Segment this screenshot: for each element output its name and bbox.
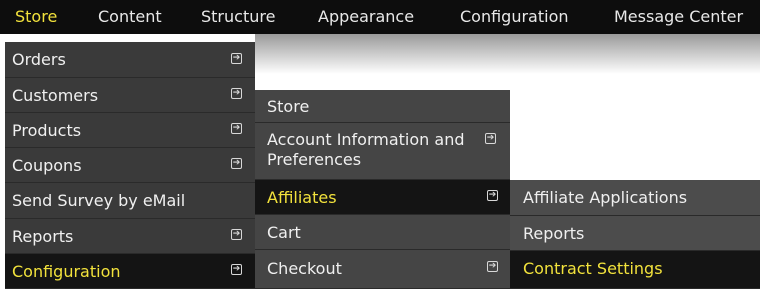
arrow-right-box-icon: ➔ xyxy=(485,133,496,144)
menu-item-label: Checkout xyxy=(267,259,342,278)
configuration-submenu: Store Account Information and Preference… xyxy=(255,90,510,289)
nav-structure[interactable]: Structure xyxy=(201,0,275,34)
arrow-right-box-icon: ➔ xyxy=(231,158,242,169)
menu-item-label: Coupons xyxy=(12,156,82,175)
submenu-item-cart[interactable]: Cart xyxy=(255,215,510,250)
submenu-item-account-information[interactable]: Account Information and Preferences ➔ xyxy=(255,123,510,180)
menu-item-products[interactable]: Products ➔ xyxy=(5,113,255,148)
top-navigation-bar: Store Content Structure Appearance Confi… xyxy=(0,0,760,34)
menu-item-label: Configuration xyxy=(12,262,121,281)
nav-configuration[interactable]: Configuration xyxy=(460,0,569,34)
nav-store[interactable]: Store xyxy=(15,0,57,34)
submenu-item-reports[interactable]: Reports xyxy=(510,216,760,251)
menu-item-customers[interactable]: Customers ➔ xyxy=(5,78,255,113)
menu-item-label: Reports xyxy=(523,224,585,243)
arrow-right-box-icon: ➔ xyxy=(231,229,242,240)
menu-item-label: Customers xyxy=(12,86,99,105)
menu-item-label: Reports xyxy=(12,227,74,246)
affiliates-submenu: Affiliate Applications Reports Contract … xyxy=(510,180,760,289)
arrow-right-box-icon: ➔ xyxy=(487,261,498,272)
arrow-right-box-icon: ➔ xyxy=(487,190,498,201)
arrow-right-box-icon: ➔ xyxy=(231,53,242,64)
menu-item-label: Contract Settings xyxy=(523,259,663,278)
arrow-right-box-icon: ➔ xyxy=(231,123,242,134)
submenu-item-checkout[interactable]: Checkout ➔ xyxy=(255,250,510,289)
menu-item-configuration[interactable]: Configuration ➔ xyxy=(5,254,255,289)
arrow-right-box-icon: ➔ xyxy=(231,264,242,275)
submenu-item-contract-settings[interactable]: Contract Settings xyxy=(510,251,760,289)
menu-item-label: Products xyxy=(12,121,82,140)
menu-item-send-survey[interactable]: Send Survey by eMail xyxy=(5,183,255,219)
nav-appearance[interactable]: Appearance xyxy=(318,0,414,34)
menu-item-orders[interactable]: Orders ➔ xyxy=(5,42,255,78)
content-header-shade xyxy=(255,34,760,74)
nav-content[interactable]: Content xyxy=(98,0,162,34)
menu-item-label: Orders xyxy=(12,50,66,69)
submenu-item-store[interactable]: Store xyxy=(255,90,510,123)
menu-item-label: Affiliate Applications xyxy=(523,188,688,207)
menu-item-label: Affiliates xyxy=(267,188,337,207)
menu-item-label: Send Survey by eMail xyxy=(12,191,186,210)
submenu-item-affiliates[interactable]: Affiliates ➔ xyxy=(255,180,510,215)
store-dropdown-menu: Orders ➔ Customers ➔ Products ➔ Coupons … xyxy=(5,42,255,289)
arrow-right-box-icon: ➔ xyxy=(231,88,242,99)
nav-message-center[interactable]: Message Center xyxy=(614,0,743,34)
menu-item-label: Store xyxy=(267,97,310,116)
menu-item-coupons[interactable]: Coupons ➔ xyxy=(5,148,255,183)
menu-item-label: Cart xyxy=(267,223,301,242)
menu-item-label: Account Information and Preferences xyxy=(267,130,465,169)
submenu-item-affiliate-applications[interactable]: Affiliate Applications xyxy=(510,180,760,216)
menu-item-reports[interactable]: Reports ➔ xyxy=(5,219,255,254)
